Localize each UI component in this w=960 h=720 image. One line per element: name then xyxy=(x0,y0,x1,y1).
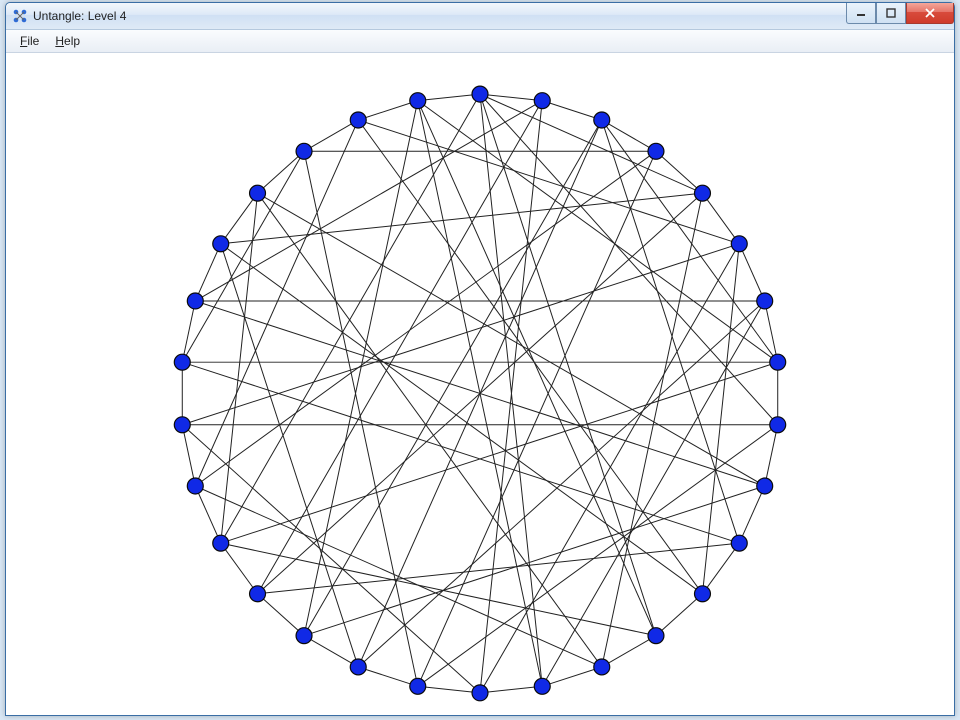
edge xyxy=(418,101,778,363)
vertex[interactable] xyxy=(648,143,664,159)
vertex[interactable] xyxy=(472,685,488,701)
vertex[interactable] xyxy=(410,678,426,694)
edge xyxy=(221,362,778,543)
vertex[interactable] xyxy=(731,535,747,551)
vertex[interactable] xyxy=(250,586,266,602)
edge xyxy=(258,594,305,636)
vertex[interactable] xyxy=(213,236,229,252)
vertex[interactable] xyxy=(174,354,190,370)
vertex[interactable] xyxy=(534,93,550,109)
vertex[interactable] xyxy=(296,628,312,644)
edge xyxy=(418,94,480,101)
edge xyxy=(182,301,195,362)
vertex[interactable] xyxy=(174,417,190,433)
vertex[interactable] xyxy=(534,678,550,694)
edge xyxy=(602,120,778,362)
edge xyxy=(258,101,543,594)
maximize-icon xyxy=(886,8,896,18)
edge xyxy=(602,120,739,543)
edge xyxy=(258,193,765,486)
edge xyxy=(221,543,656,636)
vertex[interactable] xyxy=(296,143,312,159)
vertex[interactable] xyxy=(694,185,710,201)
edge xyxy=(480,94,542,101)
minimize-button[interactable] xyxy=(846,3,876,24)
edge xyxy=(358,667,418,686)
edge xyxy=(195,151,656,486)
menu-help[interactable]: Help xyxy=(47,32,88,50)
edge xyxy=(258,193,602,667)
vertex[interactable] xyxy=(731,236,747,252)
edge xyxy=(221,193,703,244)
edge xyxy=(765,425,778,486)
close-icon xyxy=(924,8,936,18)
app-window: Untangle: Level 4 File Help Vertices: 30… xyxy=(5,2,955,716)
edge xyxy=(182,425,195,486)
window-title: Untangle: Level 4 xyxy=(33,9,126,23)
window-controls xyxy=(846,3,954,23)
vertex[interactable] xyxy=(648,628,664,644)
edge xyxy=(739,486,764,543)
menu-file[interactable]: File xyxy=(12,32,47,50)
vertex[interactable] xyxy=(410,93,426,109)
vertex[interactable] xyxy=(350,112,366,128)
edge xyxy=(602,193,703,667)
edge xyxy=(702,193,739,244)
edge xyxy=(221,543,258,594)
vertex[interactable] xyxy=(594,659,610,675)
edges-group xyxy=(182,94,777,693)
vertex[interactable] xyxy=(770,417,786,433)
vertex[interactable] xyxy=(770,354,786,370)
edge xyxy=(656,594,703,636)
edge xyxy=(195,120,358,486)
edge xyxy=(418,101,656,636)
edge xyxy=(480,94,542,686)
edge xyxy=(358,120,602,667)
edge xyxy=(542,101,602,120)
graph-canvas[interactable] xyxy=(7,53,953,714)
edge xyxy=(702,543,739,594)
edge xyxy=(480,686,542,693)
vertex[interactable] xyxy=(187,293,203,309)
close-button[interactable] xyxy=(906,3,954,24)
vertex[interactable] xyxy=(472,86,488,102)
vertex[interactable] xyxy=(694,586,710,602)
edge xyxy=(195,486,220,543)
edge xyxy=(182,425,480,693)
minimize-icon xyxy=(856,8,866,18)
edge xyxy=(304,120,358,151)
edge xyxy=(195,244,220,301)
edge xyxy=(358,101,418,120)
edge xyxy=(195,101,542,301)
edge xyxy=(739,244,764,301)
vertex[interactable] xyxy=(757,478,773,494)
edge xyxy=(221,94,480,543)
edge xyxy=(182,244,739,425)
menubar: File Help xyxy=(6,30,954,53)
edge xyxy=(221,193,258,244)
vertex[interactable] xyxy=(594,112,610,128)
edge xyxy=(418,686,480,693)
vertex[interactable] xyxy=(187,478,203,494)
edge xyxy=(602,636,656,667)
maximize-button[interactable] xyxy=(876,3,906,24)
vertex[interactable] xyxy=(250,185,266,201)
edge xyxy=(656,151,703,193)
edge xyxy=(258,151,305,193)
edge xyxy=(358,120,739,244)
vertex[interactable] xyxy=(757,293,773,309)
vertex[interactable] xyxy=(213,535,229,551)
edge xyxy=(418,425,778,687)
titlebar[interactable]: Untangle: Level 4 xyxy=(6,3,954,30)
app-icon xyxy=(12,8,28,24)
vertex[interactable] xyxy=(350,659,366,675)
canvas-area[interactable] xyxy=(7,53,953,714)
